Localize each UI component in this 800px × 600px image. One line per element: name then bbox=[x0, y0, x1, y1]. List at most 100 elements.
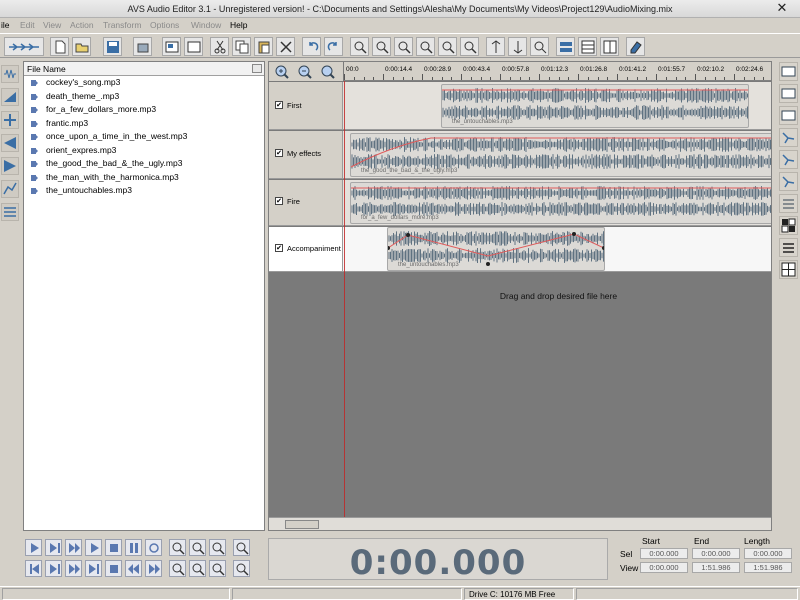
file-list-item[interactable]: frantic.mp3 bbox=[24, 117, 264, 131]
eraser-icon[interactable] bbox=[626, 37, 645, 56]
file-list-item[interactable]: cockey's_song.mp3 bbox=[24, 76, 264, 90]
track-enable-checkbox[interactable]: ✔ bbox=[275, 244, 283, 252]
menu-action[interactable]: Action bbox=[70, 20, 94, 30]
play-selection-icon[interactable] bbox=[45, 539, 62, 556]
mixer-tool-icon[interactable] bbox=[1, 203, 19, 221]
fast-forward-icon[interactable] bbox=[65, 560, 82, 577]
undo-icon[interactable] bbox=[302, 37, 321, 56]
effect-tool-icon[interactable] bbox=[779, 172, 798, 191]
track-tool-icon[interactable] bbox=[779, 84, 798, 103]
pause-icon[interactable] bbox=[125, 539, 142, 556]
cut-icon[interactable] bbox=[210, 37, 229, 56]
stop-icon[interactable] bbox=[105, 539, 122, 556]
track-tool-icon[interactable] bbox=[779, 106, 798, 125]
properties-button[interactable] bbox=[162, 37, 181, 56]
paste-icon[interactable] bbox=[254, 37, 273, 56]
menu-view[interactable]: View bbox=[43, 20, 61, 30]
timeline-ruler[interactable]: 00:0 0:00:14.4 0:00:28.9 0:00:43.4 0:00:57.8… bbox=[344, 62, 771, 81]
file-list-item[interactable]: the_untouchables.mp3 bbox=[24, 184, 264, 198]
zoom-in-icon[interactable] bbox=[169, 539, 186, 556]
marker-add-icon[interactable] bbox=[486, 37, 505, 56]
add-track-icon[interactable] bbox=[1, 111, 19, 129]
track-enable-checkbox[interactable]: ✔ bbox=[275, 101, 283, 109]
audio-clip[interactable]: the_untouchables.mp3 bbox=[387, 227, 605, 271]
envelope-point[interactable] bbox=[486, 262, 490, 266]
zoom-out-icon[interactable] bbox=[189, 539, 206, 556]
audio-clip[interactable]: the_untouchables.mp3 bbox=[441, 84, 749, 128]
grid-tool-icon[interactable] bbox=[779, 260, 798, 279]
record-icon[interactable] bbox=[145, 539, 162, 556]
sel-end-field[interactable]: 0:00.000 bbox=[692, 548, 740, 559]
menu-options[interactable]: Options bbox=[150, 20, 179, 30]
volume-tool-icon[interactable] bbox=[1, 88, 19, 106]
settings-tool-icon[interactable] bbox=[779, 194, 798, 213]
scrollbar-thumb[interactable] bbox=[285, 520, 319, 529]
file-list-item[interactable]: orient_expres.mp3 bbox=[24, 144, 264, 158]
file-list-item[interactable]: death_theme_.mp3 bbox=[24, 90, 264, 104]
menu-help[interactable]: Help bbox=[230, 20, 247, 30]
zoom-fit-icon[interactable] bbox=[320, 64, 337, 80]
zoom-selection-icon[interactable] bbox=[394, 37, 413, 56]
drop-zone[interactable]: Drag and drop desired file here bbox=[344, 273, 771, 518]
menu-transform[interactable]: Transform bbox=[103, 20, 141, 30]
file-list-item[interactable]: for_a_few_dollars_more.mp3 bbox=[24, 103, 264, 117]
effect-tool-icon[interactable] bbox=[779, 128, 798, 147]
envelope-point[interactable] bbox=[406, 233, 410, 237]
view-end-field[interactable]: 1:51.986 bbox=[692, 562, 740, 573]
zoom-vertical-out-icon[interactable] bbox=[189, 560, 206, 577]
zoom-vertical-out-icon[interactable] bbox=[460, 37, 479, 56]
mix-mode-button[interactable] bbox=[4, 37, 44, 56]
list-tool-icon[interactable] bbox=[779, 238, 798, 257]
envelope-point[interactable] bbox=[572, 232, 576, 236]
effect-tool-icon[interactable] bbox=[779, 150, 798, 169]
play-to-end-icon[interactable] bbox=[65, 539, 82, 556]
menu-window[interactable]: Window bbox=[191, 20, 221, 30]
columns-view-icon[interactable] bbox=[600, 37, 619, 56]
play-icon[interactable] bbox=[25, 539, 42, 556]
menu-edit[interactable]: Edit bbox=[20, 20, 35, 30]
zoom-in-icon[interactable] bbox=[350, 37, 369, 56]
play-icon[interactable] bbox=[45, 560, 62, 577]
redo-icon[interactable] bbox=[324, 37, 343, 56]
fast-forward-icon[interactable] bbox=[145, 560, 162, 577]
horizontal-scrollbar[interactable] bbox=[269, 517, 771, 530]
sel-length-field[interactable]: 0:00.000 bbox=[744, 548, 792, 559]
zoom-vertical-icon[interactable] bbox=[233, 539, 250, 556]
new-file-button[interactable] bbox=[50, 37, 69, 56]
file-list-item[interactable]: the_good_the_bad_&_the_ugly.mp3 bbox=[24, 157, 264, 171]
rewind-icon[interactable] bbox=[125, 560, 142, 577]
marker-remove-icon[interactable] bbox=[508, 37, 527, 56]
sel-start-field[interactable]: 0:00.000 bbox=[640, 548, 688, 559]
view-length-field[interactable]: 1:51.986 bbox=[744, 562, 792, 573]
stop-icon[interactable] bbox=[105, 560, 122, 577]
tracks-view-icon[interactable] bbox=[556, 37, 575, 56]
track-enable-checkbox[interactable]: ✔ bbox=[275, 149, 283, 157]
file-list-item[interactable]: once_upon_a_time_in_the_west.mp3 bbox=[24, 130, 264, 144]
open-file-button[interactable] bbox=[72, 37, 91, 56]
zoom-out-icon[interactable] bbox=[297, 64, 314, 80]
zoom-vertical-in-icon[interactable] bbox=[169, 560, 186, 577]
go-start-icon[interactable] bbox=[25, 560, 42, 577]
zoom-fit-icon[interactable] bbox=[233, 560, 250, 577]
track-enable-checkbox[interactable]: ✔ bbox=[275, 197, 283, 205]
go-end-icon[interactable] bbox=[85, 560, 102, 577]
file-list-item[interactable]: the_man_with_the_harmonica.mp3 bbox=[24, 171, 264, 185]
envelope-point[interactable] bbox=[602, 246, 605, 250]
zoom-in-icon[interactable] bbox=[274, 64, 291, 80]
fade-in-icon[interactable] bbox=[1, 134, 19, 152]
audio-clip[interactable]: the_good_the_bad_&_the_ugly.mp3 bbox=[350, 133, 771, 177]
close-icon[interactable]: ✕ bbox=[774, 1, 790, 15]
file-list-header[interactable]: File Name bbox=[24, 62, 264, 76]
marker-list-icon[interactable] bbox=[530, 37, 549, 56]
minimize-panel-icon[interactable] bbox=[252, 64, 262, 73]
fade-out-icon[interactable] bbox=[1, 157, 19, 175]
zoom-selection-icon[interactable] bbox=[209, 539, 226, 556]
menu-file[interactable]: ile bbox=[1, 20, 10, 30]
view-start-field[interactable]: 0:00.000 bbox=[640, 562, 688, 573]
audio-clip[interactable]: for_a_few_dollars_more.mp3 bbox=[350, 182, 771, 224]
save-button[interactable] bbox=[103, 37, 122, 56]
zoom-full-icon[interactable] bbox=[416, 37, 435, 56]
grid-tool-icon[interactable] bbox=[779, 216, 798, 235]
zoom-out-icon[interactable] bbox=[372, 37, 391, 56]
loop-play-icon[interactable] bbox=[85, 539, 102, 556]
